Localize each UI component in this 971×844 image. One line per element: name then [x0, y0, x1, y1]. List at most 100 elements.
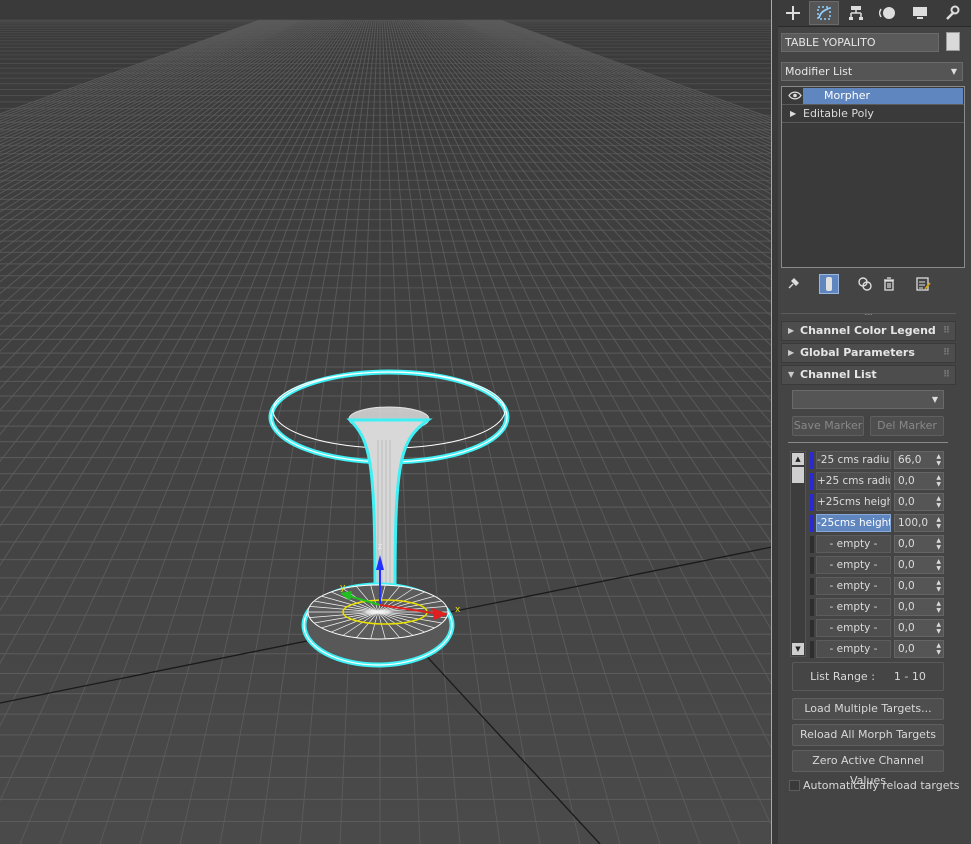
- channel-row[interactable]: - empty - 0,0 ▲ ▼: [810, 640, 950, 659]
- zero-active-channel-values-button[interactable]: Zero Active Channel Values: [792, 750, 944, 787]
- channel-name-button[interactable]: - empty -: [816, 640, 891, 658]
- modifier-list-dropdown[interactable]: Modifier List ▼: [781, 62, 963, 81]
- modify-icon: [817, 6, 831, 20]
- channel-name-button[interactable]: -25cms height: [816, 514, 891, 532]
- spinner-arrows-icon[interactable]: ▲ ▼: [936, 600, 941, 614]
- rollout-channel-list[interactable]: ▼ Channel List ⠿: [781, 365, 956, 385]
- list-range-box: List Range : 1 - 10: [792, 662, 944, 691]
- motion-icon: [879, 7, 895, 19]
- channel-name-button[interactable]: - empty -: [816, 556, 891, 574]
- channel-value: 0,0: [898, 538, 915, 550]
- del-marker-button[interactable]: Del Marker: [870, 416, 944, 436]
- channel-name-button[interactable]: - empty -: [816, 598, 891, 616]
- channel-value-spinner[interactable]: 0,0 ▲ ▼: [894, 493, 944, 511]
- perspective-viewport[interactable]: z x y: [0, 0, 772, 844]
- channel-name-button[interactable]: - empty -: [816, 577, 891, 595]
- stack-item-editable-poly[interactable]: ▶ Editable Poly: [782, 105, 964, 123]
- channel-value: 0,0: [898, 643, 915, 655]
- eye-icon[interactable]: [788, 91, 802, 100]
- channel-color-bar: [810, 536, 814, 553]
- tab-hierarchy[interactable]: [841, 1, 871, 25]
- channel-value-spinner[interactable]: 0,0 ▲ ▼: [894, 556, 944, 574]
- tab-modify[interactable]: [809, 1, 839, 25]
- channel-name-button[interactable]: +25 cms radius: [816, 472, 891, 490]
- tab-motion[interactable]: [873, 1, 903, 25]
- channel-value-spinner[interactable]: 0,0 ▲ ▼: [894, 535, 944, 553]
- channel-row[interactable]: -25 cms radius 66,0 ▲ ▼: [810, 451, 950, 470]
- channel-row[interactable]: - empty - 0,0 ▲ ▼: [810, 577, 950, 596]
- tab-create[interactable]: [778, 1, 808, 25]
- channel-value-spinner[interactable]: 100,0 ▲ ▼: [894, 514, 944, 532]
- modifier-stack[interactable]: Morpher ▶ Editable Poly: [781, 86, 965, 268]
- collapse-triangle-icon: ▼: [788, 370, 795, 379]
- channel-value-spinner[interactable]: 0,0 ▲ ▼: [894, 577, 944, 595]
- channel-row[interactable]: - empty - 0,0 ▲ ▼: [810, 556, 950, 575]
- channel-value: 0,0: [898, 559, 915, 571]
- channel-row[interactable]: - empty - 0,0 ▲ ▼: [810, 598, 950, 617]
- spinner-arrows-icon[interactable]: ▲ ▼: [936, 516, 941, 530]
- remove-modifier-button[interactable]: [879, 274, 899, 294]
- utilities-wrench-icon: [946, 5, 960, 20]
- list-range-value: 1 - 10: [893, 670, 926, 683]
- channel-value: 100,0: [898, 517, 929, 529]
- channel-row[interactable]: +25 cms radius 0,0 ▲▼: [810, 472, 950, 491]
- spinner-arrows-icon[interactable]: ▲ ▼: [936, 453, 941, 467]
- channel-row[interactable]: +25cms height 0,0 ▲ ▼: [810, 493, 950, 512]
- stack-item-label: Editable Poly: [803, 107, 874, 120]
- configure-modifier-sets-icon: [916, 277, 931, 291]
- channel-color-bar: [810, 494, 814, 511]
- chevron-down-icon: ▼: [931, 395, 938, 404]
- spinner-arrows-icon[interactable]: ▲ ▼: [936, 558, 941, 572]
- channel-value-spinner[interactable]: 0,0 ▲ ▼: [894, 472, 944, 490]
- channel-color-bar: [810, 557, 814, 574]
- viewport-canvas[interactable]: z x y: [0, 0, 772, 844]
- tab-display[interactable]: [905, 1, 935, 25]
- gizmo-z-label: z: [378, 542, 383, 552]
- rollout-channel-color-legend[interactable]: ▶ Channel Color Legend ⠿: [781, 321, 956, 341]
- channel-color-bar: [810, 599, 814, 616]
- scroll-down-arrow-icon[interactable]: ▼: [792, 643, 804, 655]
- auto-reload-checkbox[interactable]: [789, 780, 800, 791]
- stack-item-morpher[interactable]: Morpher: [782, 87, 964, 105]
- channel-value-spinner[interactable]: 0,0 ▲ ▼: [894, 640, 944, 658]
- spinner-arrows-icon[interactable]: ▲ ▼: [936, 537, 941, 551]
- load-multiple-targets-button[interactable]: Load Multiple Targets...: [792, 698, 944, 720]
- spinner-arrows-icon[interactable]: ▲ ▼: [936, 495, 941, 509]
- channel-value-spinner[interactable]: 66,0 ▲ ▼: [894, 451, 944, 469]
- pin-stack-button[interactable]: [783, 274, 803, 294]
- marker-dropdown[interactable]: ▼: [792, 390, 944, 409]
- spinner-arrows-icon[interactable]: ▲ ▼: [936, 474, 941, 488]
- channel-row[interactable]: -25cms height 100,0 ▲ ▼: [810, 514, 950, 533]
- channel-value-spinner[interactable]: 0,0 ▲ ▼: [894, 619, 944, 637]
- object-name-field[interactable]: TABLE YOPALITO: [781, 33, 939, 52]
- create-plus-icon: [786, 6, 800, 20]
- save-marker-button[interactable]: Save Marker: [792, 416, 864, 436]
- channel-scrollbar[interactable]: ▲ ▼: [790, 451, 806, 657]
- channel-name-button[interactable]: - empty -: [816, 535, 891, 553]
- spinner-arrows-icon[interactable]: ▲ ▼: [936, 642, 941, 656]
- grip-icon: ⠿: [942, 370, 950, 380]
- spinner-arrows-icon[interactable]: ▲ ▼: [936, 621, 941, 635]
- scroll-thumb[interactable]: [792, 467, 804, 483]
- spinner-arrows-icon[interactable]: ▲ ▼: [936, 579, 941, 593]
- tab-utilities[interactable]: [937, 1, 967, 25]
- rollout-title: Channel Color Legend: [800, 324, 936, 337]
- channel-name-button[interactable]: - empty -: [816, 619, 891, 637]
- channel-value-spinner[interactable]: 0,0 ▲ ▼: [894, 598, 944, 616]
- channel-row[interactable]: - empty - 0,0 ▲ ▼: [810, 535, 950, 554]
- channel-name-button[interactable]: +25cms height: [816, 493, 891, 511]
- scroll-up-arrow-icon[interactable]: ▲: [792, 453, 804, 465]
- rollout-global-parameters[interactable]: ▶ Global Parameters ⠿: [781, 343, 956, 363]
- expand-triangle-icon[interactable]: ▶: [790, 105, 796, 122]
- channel-value: 0,0: [898, 475, 915, 487]
- configure-modifier-sets-button[interactable]: [913, 274, 933, 294]
- make-unique-icon: [858, 277, 872, 291]
- object-color-swatch[interactable]: [946, 32, 960, 51]
- channel-color-bar: [810, 578, 814, 595]
- reload-all-morph-targets-button[interactable]: Reload All Morph Targets: [792, 724, 944, 746]
- channel-row[interactable]: - empty - 0,0 ▲ ▼: [810, 619, 950, 638]
- panel-resize-grip[interactable]: .....: [864, 308, 873, 317]
- show-end-result-button[interactable]: [819, 274, 839, 294]
- make-unique-button[interactable]: [855, 274, 875, 294]
- channel-name-button[interactable]: -25 cms radius: [816, 451, 891, 469]
